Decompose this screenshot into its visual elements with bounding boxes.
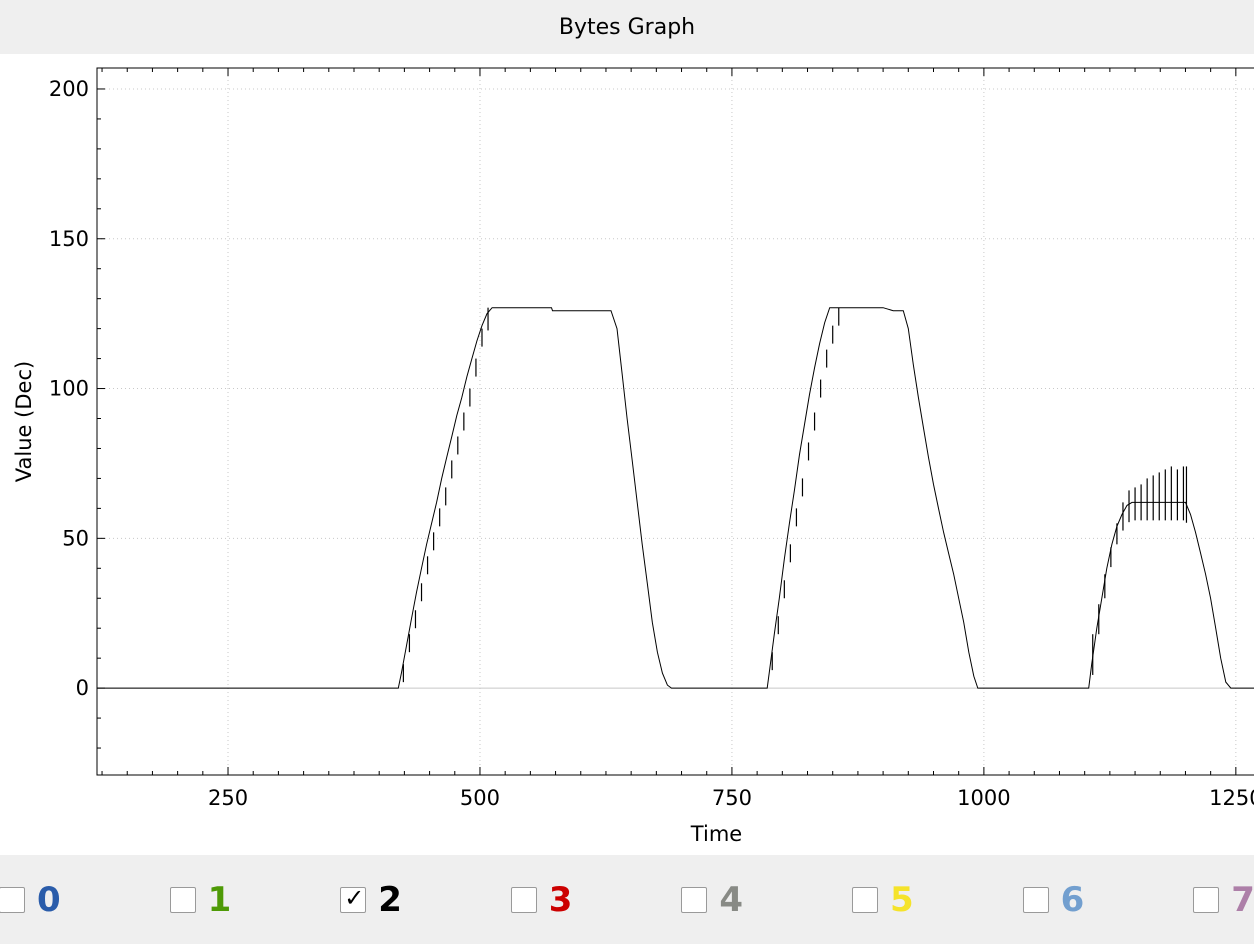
byte-checkbox-3[interactable]: 3 <box>510 855 573 944</box>
y-tick-label: 150 <box>49 227 89 251</box>
series-line-0 <box>97 307 1254 689</box>
checkbox-box[interactable] <box>169 886 196 913</box>
byte-checkbox-2[interactable]: ✓ 2 <box>340 855 402 944</box>
byte-checkbox-6[interactable]: 6 <box>1022 855 1085 944</box>
checkbox-label[interactable]: 3 <box>549 880 573 920</box>
bytes-line-chart[interactable]: 250 500 750 1000 1250 0 50 100 150 200 Time Value (… <box>0 54 1254 855</box>
x-tick-label: 1000 <box>957 786 1010 810</box>
checkbox-box[interactable] <box>510 886 537 913</box>
checkbox-box[interactable] <box>0 886 25 913</box>
x-tick-label: 500 <box>460 786 500 810</box>
checkbox-box[interactable]: ✓ <box>340 884 367 913</box>
checkbox-box[interactable] <box>1022 886 1049 913</box>
plot-frame <box>96 67 1254 776</box>
checkbox-label[interactable]: 4 <box>719 880 743 920</box>
x-tick-label: 750 <box>712 786 752 810</box>
byte-checkbox-1[interactable]: 1 <box>169 855 232 944</box>
y-tick-label: 100 <box>49 377 89 401</box>
y-tick-label: 200 <box>49 77 89 101</box>
y-axis-label: Value (Dec) <box>12 361 36 482</box>
checkbox-box[interactable] <box>852 886 878 913</box>
y-tick-label: 0 <box>76 676 89 700</box>
checkbox-label[interactable]: 7 <box>1231 880 1254 920</box>
checkbox-label[interactable]: 1 <box>208 880 232 920</box>
checkmark-icon: ✓ <box>344 883 365 912</box>
checkbox-box[interactable] <box>681 886 708 913</box>
checkbox-label[interactable]: 5 <box>890 880 914 920</box>
checkbox-label[interactable]: 0 <box>37 880 61 920</box>
checkbox-label[interactable]: 6 <box>1061 880 1085 920</box>
checkbox-label[interactable]: 2 <box>378 880 402 920</box>
window-title: Bytes Graph <box>558 14 696 40</box>
byte-checkbox-0[interactable]: 0 <box>0 855 61 944</box>
y-tick-label: 50 <box>62 526 89 550</box>
byte-checkbox-7[interactable]: 7 <box>1193 855 1254 944</box>
plot-area[interactable]: 250 500 750 1000 1250 0 50 100 150 200 Time Value (… <box>0 54 1254 855</box>
byte-checkbox-4[interactable]: 4 <box>681 855 743 944</box>
x-tick-label: 250 <box>208 786 248 810</box>
byte-checkbox-bar: 0 1 ✓ 2 3 4 5 6 7 <box>0 855 1254 944</box>
x-axis-label: Time <box>690 822 742 846</box>
x-tick-label: 1250 <box>1209 786 1254 810</box>
window-titlebar: Bytes Graph <box>0 0 1254 54</box>
byte-checkbox-5[interactable]: 5 <box>852 855 914 944</box>
checkbox-box[interactable] <box>1193 886 1220 913</box>
